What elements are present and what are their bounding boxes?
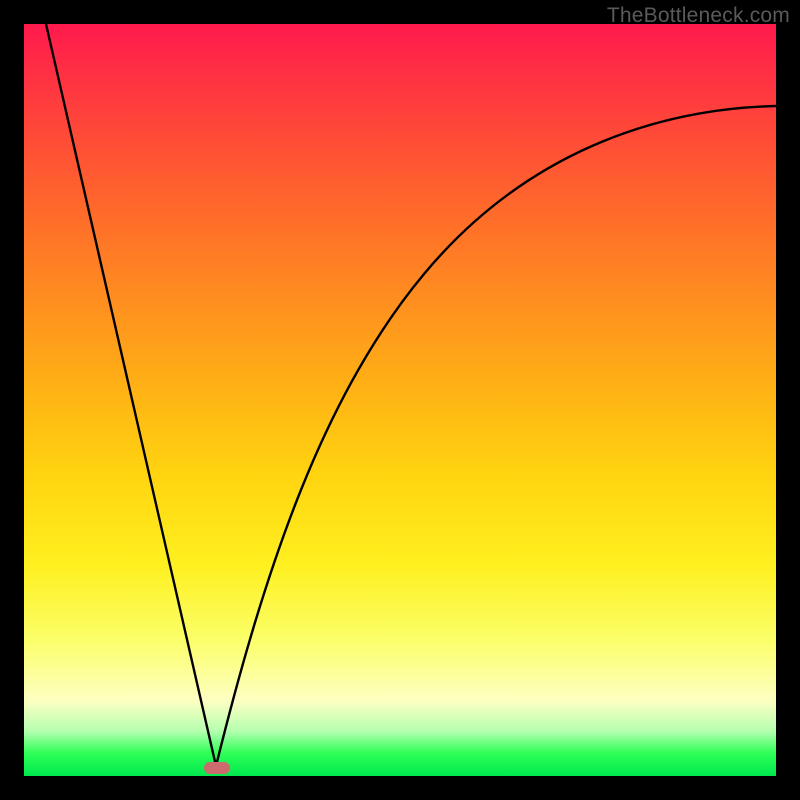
curve-left-branch xyxy=(46,24,216,766)
plot-area xyxy=(24,24,776,776)
bottleneck-curve xyxy=(24,24,776,776)
valley-marker xyxy=(204,762,230,774)
watermark-text: TheBottleneck.com xyxy=(607,4,790,28)
curve-right-branch xyxy=(216,106,776,766)
